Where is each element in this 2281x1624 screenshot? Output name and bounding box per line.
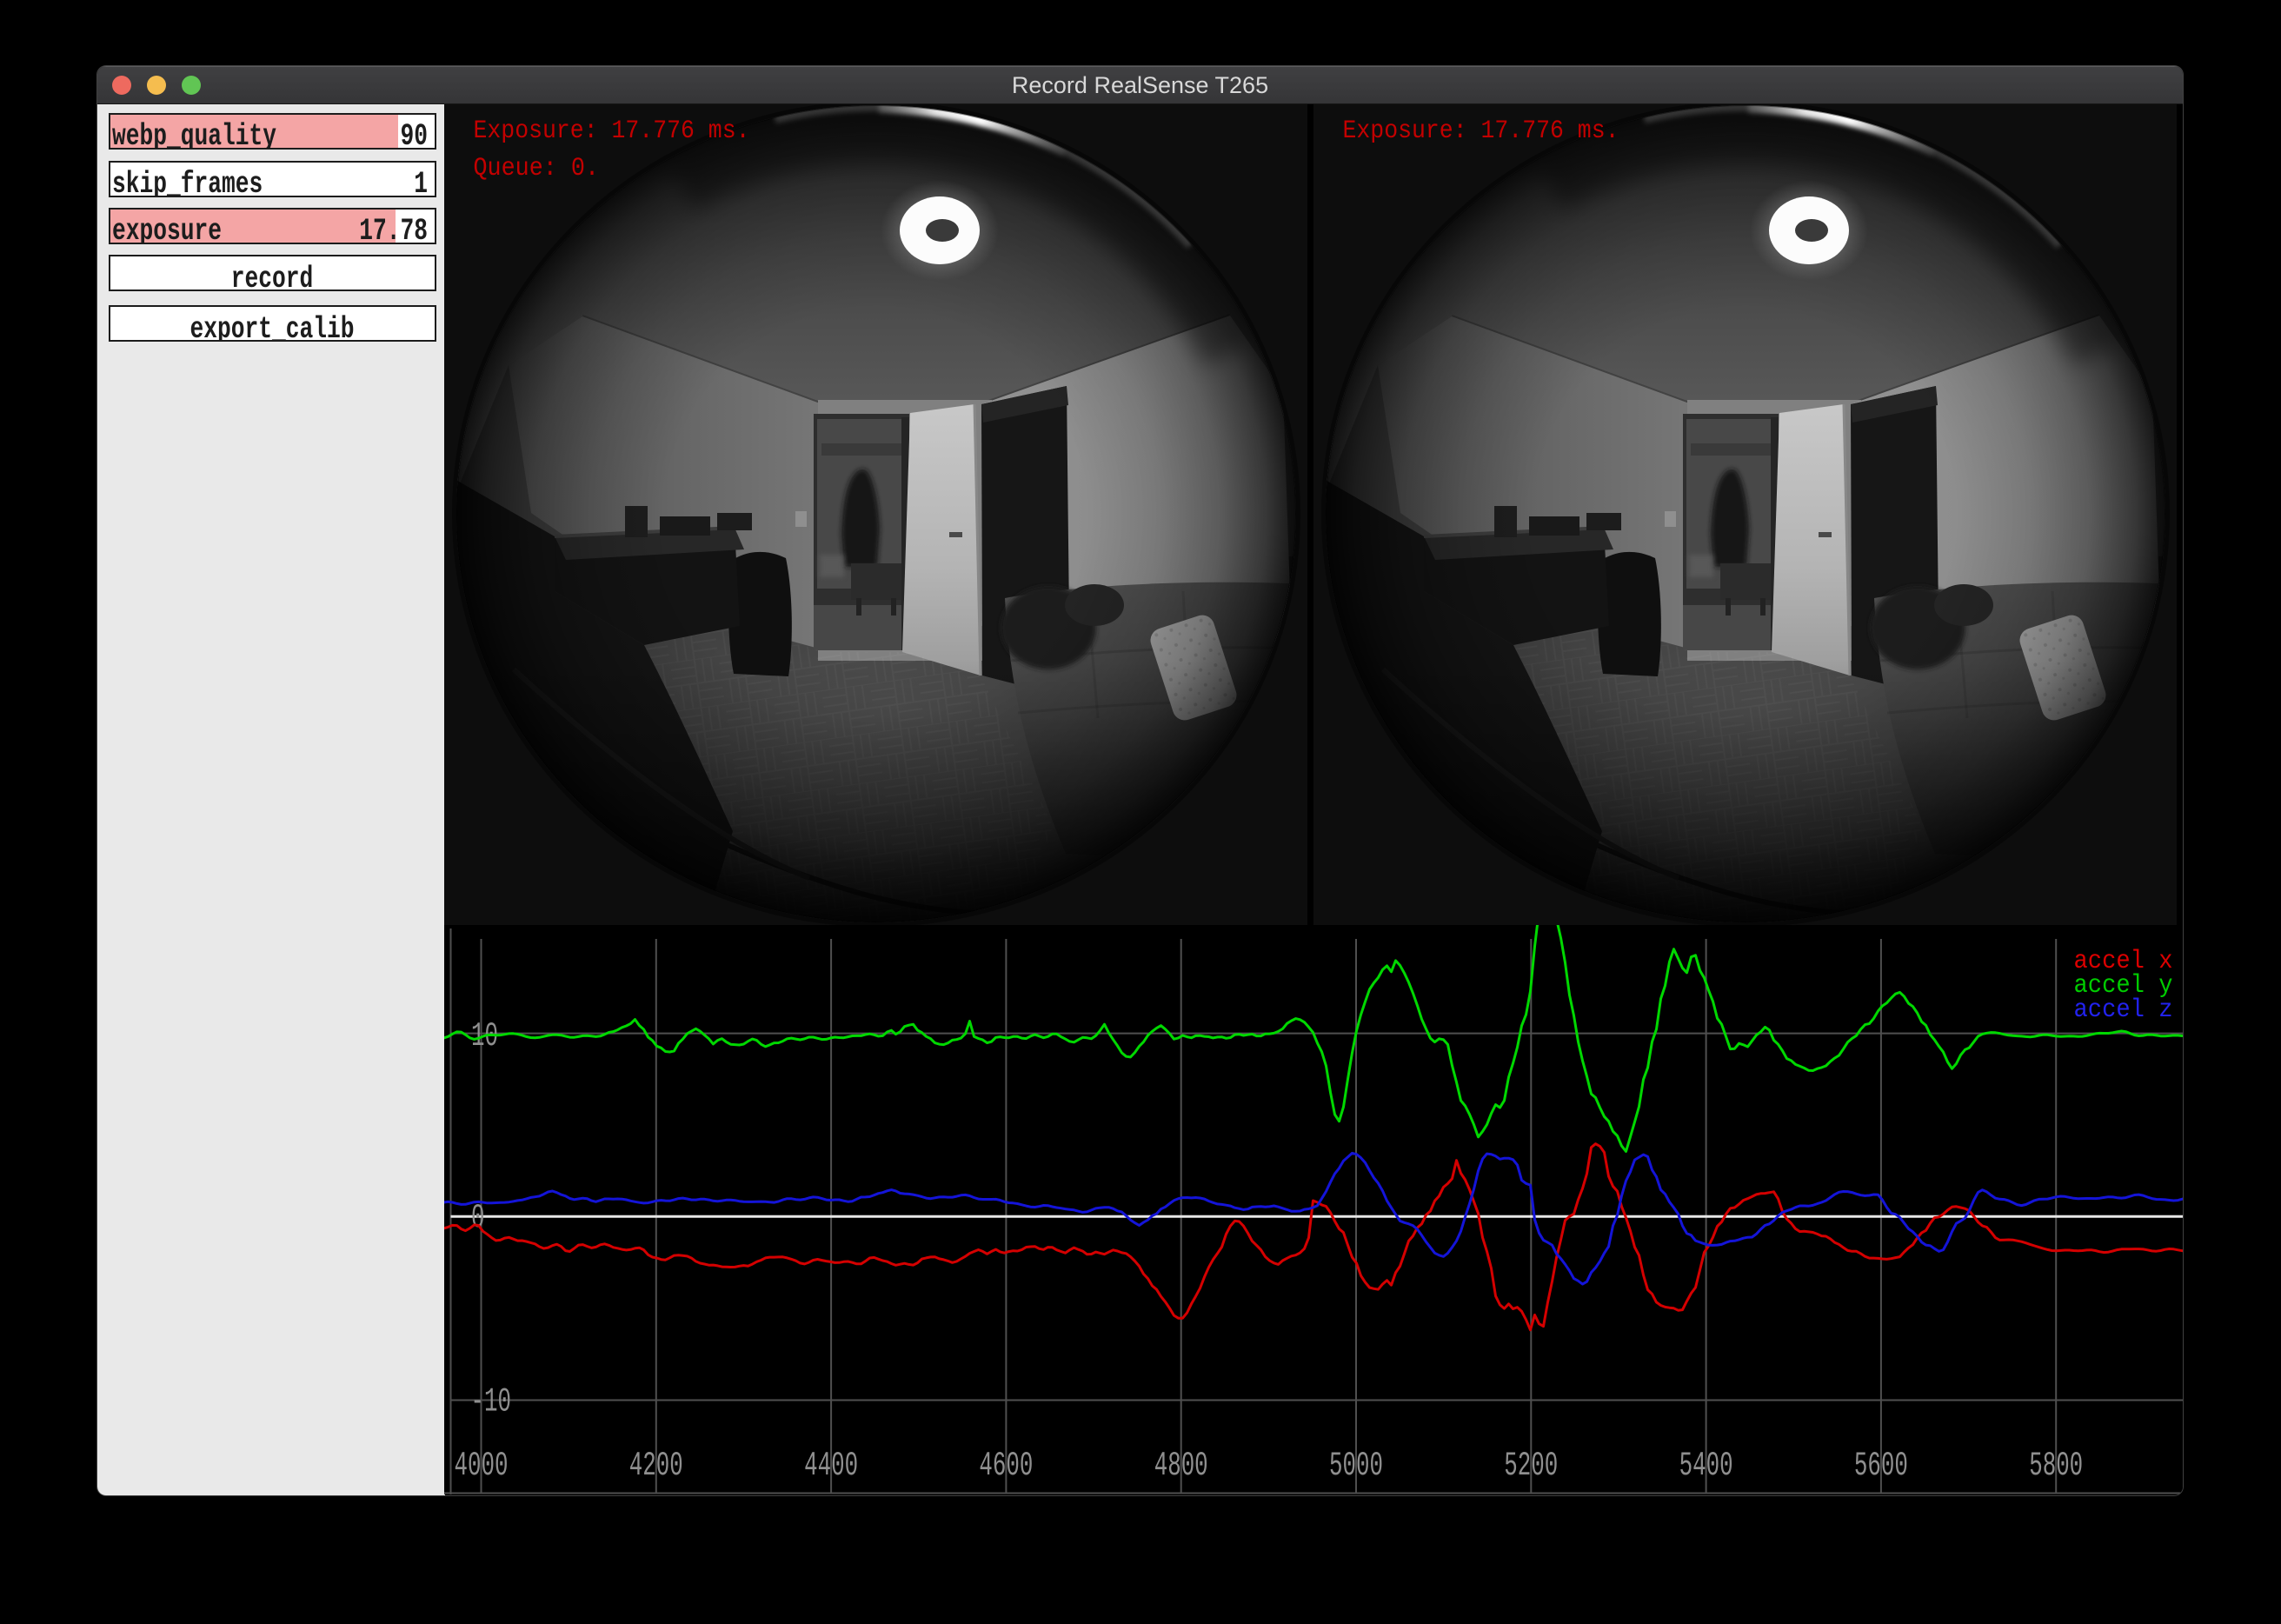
svg-text:Exposure: 17.776 ms.: Exposure: 17.776 ms. [1343,116,1619,146]
svg-text:Queue: 0.: Queue: 0. [474,154,600,183]
svg-text:accel z: accel z [2074,995,2173,1025]
svg-text:-10: -10 [471,1383,512,1421]
svg-text:5800: 5800 [2029,1447,2083,1485]
svg-text:4000: 4000 [455,1447,509,1485]
svg-text:4200: 4200 [629,1447,683,1485]
svg-text:5200: 5200 [1504,1447,1558,1485]
svg-text:4800: 4800 [1154,1447,1208,1485]
svg-text:5600: 5600 [1854,1447,1908,1485]
svg-text:Exposure: 17.776 ms.: Exposure: 17.776 ms. [474,116,750,146]
svg-text:4600: 4600 [979,1447,1033,1485]
svg-text:5000: 5000 [1329,1447,1383,1485]
svg-text:4400: 4400 [804,1447,858,1485]
svg-text:5400: 5400 [1679,1447,1733,1485]
